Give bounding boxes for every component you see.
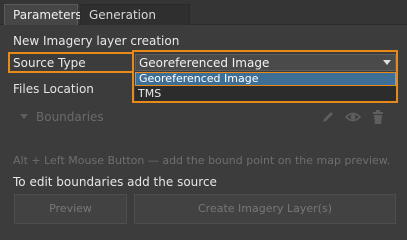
boundaries-row: Boundaries	[14, 108, 394, 128]
trash-icon[interactable]	[370, 109, 386, 125]
source-type-options: Georeferenced Image TMS	[135, 72, 396, 101]
create-imagery-layer-button[interactable]: Create Imagery Layer(s)	[134, 194, 396, 224]
edit-boundaries-info: To edit boundaries add the source	[13, 175, 217, 189]
section-title: New Imagery layer creation	[13, 34, 180, 48]
files-location-label: Files Location	[13, 82, 94, 96]
option-tms[interactable]: TMS	[135, 87, 396, 101]
source-type-selected-value: Georeferenced Image	[139, 56, 270, 70]
boundary-hint: Alt + Left Mouse Button — add the bound …	[13, 154, 391, 167]
preview-button[interactable]: Preview	[14, 194, 127, 224]
chevron-down-icon[interactable]	[20, 114, 28, 119]
chevron-down-icon	[383, 60, 391, 65]
boundaries-label: Boundaries	[36, 110, 104, 124]
tab-bar: Parameters Generation Settings	[0, 0, 407, 42]
eye-icon[interactable]	[345, 109, 361, 125]
source-type-select[interactable]: Georeferenced Image	[135, 54, 396, 71]
pencil-icon[interactable]	[320, 109, 336, 125]
tab-generation-settings[interactable]: Generation Settings	[80, 4, 190, 42]
option-georeferenced-image[interactable]: Georeferenced Image	[135, 72, 396, 86]
tab-parameters[interactable]: Parameters	[4, 4, 82, 25]
source-type-label: Source Type	[13, 56, 86, 70]
